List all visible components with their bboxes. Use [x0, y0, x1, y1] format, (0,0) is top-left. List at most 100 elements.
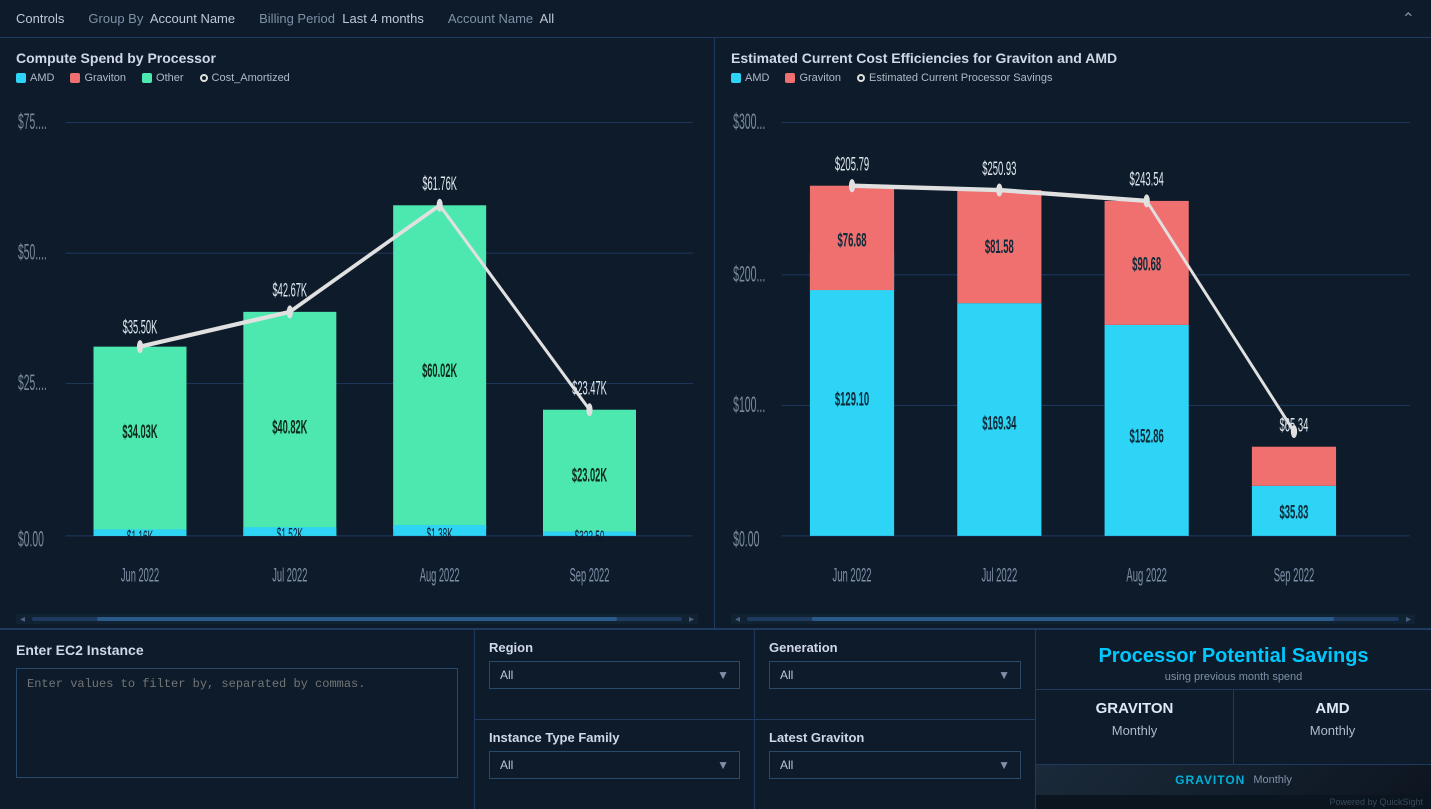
instance-type-label: Instance Type Family [489, 730, 740, 745]
graviton-col: GRAVITON Monthly [1036, 690, 1234, 764]
latest-graviton-value: All [780, 758, 793, 772]
right-line-dot-aug [1144, 194, 1150, 207]
svg-text:Jul 2022: Jul 2022 [981, 565, 1017, 587]
instance-type-select[interactable]: All ▼ [489, 751, 740, 779]
latest-graviton-select[interactable]: All ▼ [769, 751, 1021, 779]
right-amd-label: AMD [745, 72, 769, 84]
generation-filter: Generation All ▼ [755, 630, 1035, 720]
svg-text:Aug 2022: Aug 2022 [1126, 565, 1167, 587]
svg-text:$1.16K: $1.16K [127, 527, 153, 546]
svg-text:$61.76K: $61.76K [422, 173, 457, 195]
other-label: Other [156, 72, 184, 84]
svg-text:$250.93: $250.93 [982, 158, 1016, 180]
svg-text:$40.82K: $40.82K [272, 417, 307, 439]
svg-text:Jul 2022: Jul 2022 [272, 565, 307, 587]
amd-monthly-label: Monthly [1246, 723, 1419, 738]
savings-panel: Processor Potential Savings using previo… [1036, 630, 1431, 809]
svg-text:$200...: $200... [733, 262, 765, 286]
svg-text:$0.00: $0.00 [18, 528, 44, 552]
left-chart-area: $75.... $50.... $25.... $0.00 [16, 90, 698, 612]
other-dot [142, 73, 152, 83]
svg-text:$35.83: $35.83 [1280, 502, 1309, 524]
right-legend-amd: AMD [731, 72, 769, 84]
svg-text:Aug 2022: Aug 2022 [420, 565, 460, 587]
ec2-title: Enter EC2 Instance [16, 642, 458, 658]
billing-period-item: Billing Period Last 4 months [259, 11, 424, 26]
latest-graviton-arrow-icon: ▼ [998, 758, 1010, 772]
savings-header: Processor Potential Savings using previo… [1036, 630, 1431, 689]
instance-type-arrow-icon: ▼ [717, 758, 729, 772]
legend-other: Other [142, 72, 184, 84]
left-chart-title: Compute Spend by Processor [16, 50, 698, 66]
controls-bar: Controls Group By Account Name Billing P… [0, 0, 1431, 38]
svg-text:$25....: $25.... [18, 371, 47, 395]
bottom-section: Enter EC2 Instance Region All ▼ Generati… [0, 629, 1431, 809]
graviton-label: Graviton [84, 72, 126, 84]
graviton-monthly-label: Monthly [1048, 723, 1221, 738]
account-name-value: All [540, 11, 554, 26]
svg-text:$75....: $75.... [18, 110, 47, 134]
svg-text:$23.02K: $23.02K [572, 465, 607, 487]
svg-text:$90.68: $90.68 [1132, 254, 1161, 276]
right-chart-title: Estimated Current Cost Efficiencies for … [731, 50, 1415, 66]
right-chart-svg: $300... $200... $100... $0.00 $129.10 [731, 90, 1415, 612]
account-name-key: Account Name [448, 11, 533, 26]
region-select[interactable]: All ▼ [489, 661, 740, 689]
region-arrow-icon: ▼ [717, 668, 729, 682]
right-savings-label: Estimated Current Processor Savings [869, 72, 1052, 84]
svg-text:$300...: $300... [733, 110, 765, 134]
svg-text:$34.03K: $34.03K [122, 421, 157, 443]
line-dot-jul [287, 305, 293, 318]
svg-text:$23.47K: $23.47K [572, 378, 607, 400]
left-chart-section: Compute Spend by Processor AMD Graviton … [0, 38, 714, 629]
svg-text:Jun 2022: Jun 2022 [121, 565, 159, 587]
amd-dot [16, 73, 26, 83]
graviton-badge: GRAVITON Monthly [1036, 764, 1431, 795]
generation-arrow-icon: ▼ [998, 668, 1010, 682]
svg-text:$0.00: $0.00 [733, 528, 759, 552]
generation-value: All [780, 668, 793, 682]
latest-graviton-filter: Latest Graviton All ▼ [755, 720, 1035, 809]
svg-text:$205.79: $205.79 [835, 154, 869, 176]
svg-text:$35.50K: $35.50K [123, 317, 158, 339]
right-graviton-dot [785, 73, 795, 83]
right-line-dot-jun [849, 179, 855, 192]
filters-panel: Region All ▼ Generation All ▼ Instance T… [475, 630, 1036, 809]
region-filter: Region All ▼ [475, 630, 755, 720]
right-panel: Estimated Current Cost Efficiencies for … [715, 38, 1431, 629]
left-chart-legend: AMD Graviton Other Cost_Amortized [16, 72, 698, 84]
legend-graviton: Graviton [70, 72, 126, 84]
account-name-item: Account Name All [448, 11, 554, 26]
savings-subtitle: using previous month spend [1052, 671, 1415, 683]
instance-type-value: All [500, 758, 513, 772]
ec2-panel: Enter EC2 Instance [0, 630, 475, 809]
ec2-input[interactable] [16, 668, 458, 778]
legend-cost-amortized: Cost_Amortized [200, 72, 290, 84]
chevron-up-icon[interactable]: ⌃ [1402, 9, 1415, 29]
svg-text:$60.02K: $60.02K [422, 360, 457, 382]
svg-text:$169.34: $169.34 [982, 413, 1016, 435]
billing-period-key: Billing Period [259, 11, 335, 26]
cost-amortized-circle [200, 74, 208, 82]
svg-text:$322.50: $322.50 [575, 527, 605, 546]
right-line-dot-jul [996, 184, 1002, 197]
svg-text:$76.68: $76.68 [838, 230, 867, 252]
right-chart-area: $300... $200... $100... $0.00 $129.10 [731, 90, 1415, 612]
right-chart-section: Estimated Current Cost Efficiencies for … [715, 38, 1431, 629]
right-bar-sep-graviton [1252, 447, 1336, 486]
left-line-chart [140, 205, 590, 409]
graviton-badge-period: Monthly [1253, 774, 1292, 786]
instance-type-filter: Instance Type Family All ▼ [475, 720, 755, 809]
amd-label: AMD [30, 72, 54, 84]
graviton-dot [70, 73, 80, 83]
legend-amd: AMD [16, 72, 54, 84]
svg-text:$50....: $50.... [18, 240, 47, 264]
svg-text:$152.86: $152.86 [1130, 426, 1164, 448]
svg-text:Sep 2022: Sep 2022 [1274, 565, 1315, 587]
amd-col: AMD Monthly [1234, 690, 1431, 764]
svg-text:$1.38K: $1.38K [427, 525, 453, 544]
right-amd-dot [731, 73, 741, 83]
right-graviton-label: Graviton [799, 72, 841, 84]
right-line-dot-sep [1291, 425, 1297, 438]
generation-select[interactable]: All ▼ [769, 661, 1021, 689]
